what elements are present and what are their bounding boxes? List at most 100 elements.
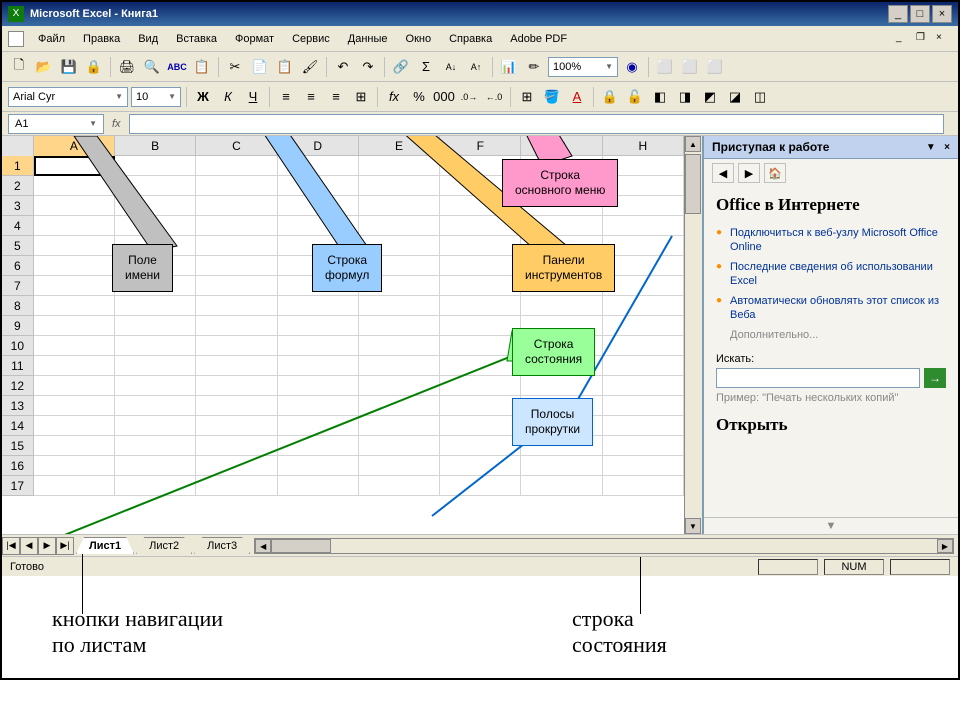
row-header-5[interactable]: 5 (2, 236, 34, 256)
select-all-corner[interactable] (2, 136, 34, 156)
cell-C2[interactable] (196, 176, 277, 196)
borders-button[interactable]: ⊞ (516, 86, 538, 108)
col-header-a[interactable]: A (34, 136, 115, 156)
cell-F11[interactable] (440, 356, 521, 376)
menu-data[interactable]: Данные (340, 31, 396, 47)
row-header-16[interactable]: 16 (2, 456, 34, 476)
cell-A17[interactable] (34, 476, 115, 496)
italic-button[interactable]: К (217, 86, 239, 108)
cell-C16[interactable] (196, 456, 277, 476)
cell-A14[interactable] (34, 416, 115, 436)
cell-E15[interactable] (359, 436, 440, 456)
maximize-button[interactable]: □ (910, 5, 930, 23)
cell-D3[interactable] (278, 196, 359, 216)
paste-button[interactable]: 📋 (274, 56, 296, 78)
cell-H11[interactable] (603, 356, 684, 376)
scroll-up-button[interactable]: ▲ (685, 136, 701, 152)
cell-B3[interactable] (115, 196, 196, 216)
cell-C17[interactable] (196, 476, 277, 496)
sheet-tab-3[interactable]: Лист3 (194, 537, 250, 554)
cell-H12[interactable] (603, 376, 684, 396)
doc-icon[interactable] (8, 31, 24, 47)
cell-B9[interactable] (115, 316, 196, 336)
horizontal-scrollbar[interactable]: ◀ ▶ (254, 538, 954, 554)
save-button[interactable]: 💾 (58, 56, 80, 78)
tab-nav-prev-button[interactable]: ◀ (20, 537, 38, 555)
sort-desc-button[interactable]: A↑ (465, 56, 487, 78)
font-color-button[interactable]: A (566, 86, 588, 108)
security2-button[interactable]: 🔓 (624, 86, 646, 108)
format-painter-button[interactable]: 🖌 (299, 56, 321, 78)
doc-close-button[interactable]: × (936, 32, 952, 46)
cell-B1[interactable] (115, 156, 196, 176)
cell-D14[interactable] (278, 416, 359, 436)
cell-C6[interactable] (196, 256, 277, 276)
search-input[interactable] (716, 368, 920, 388)
menu-format[interactable]: Формат (227, 31, 282, 47)
cell-C7[interactable] (196, 276, 277, 296)
autosum-button[interactable]: Σ (415, 56, 437, 78)
decrease-decimal-button[interactable]: ←.0 (483, 86, 505, 108)
vscroll-thumb[interactable] (685, 154, 701, 214)
cell-A3[interactable] (34, 196, 115, 216)
cell-H14[interactable] (603, 416, 684, 436)
cell-E1[interactable] (359, 156, 440, 176)
cell-E9[interactable] (359, 316, 440, 336)
hscroll-thumb[interactable] (271, 539, 331, 553)
search-go-button[interactable]: → (924, 368, 946, 388)
cell-F6[interactable] (440, 256, 521, 276)
cell-E14[interactable] (359, 416, 440, 436)
tp-link-1[interactable]: Подключиться к веб-узлу Microsoft Office… (716, 223, 946, 257)
taskpane-back-button[interactable]: ◀ (712, 163, 734, 183)
col-header-h[interactable]: H (603, 136, 684, 156)
cell-C15[interactable] (196, 436, 277, 456)
row-header-7[interactable]: 7 (2, 276, 34, 296)
cell-H8[interactable] (603, 296, 684, 316)
col-header-g[interactable]: G (521, 136, 602, 156)
new-button[interactable]: 🗋 (8, 56, 30, 78)
hyperlink-button[interactable]: 🔗 (390, 56, 412, 78)
scroll-down-button[interactable]: ▼ (685, 518, 701, 534)
align-left-button[interactable]: ≡ (275, 86, 297, 108)
cell-A6[interactable] (34, 256, 115, 276)
help-button[interactable]: ◉ (621, 56, 643, 78)
cell-A13[interactable] (34, 396, 115, 416)
cell-E3[interactable] (359, 196, 440, 216)
col-header-c[interactable]: C (196, 136, 277, 156)
menu-window[interactable]: Окно (398, 31, 440, 47)
cell-A11[interactable] (34, 356, 115, 376)
col-header-b[interactable]: B (115, 136, 196, 156)
fx-label[interactable]: fx (112, 118, 121, 130)
cell-E16[interactable] (359, 456, 440, 476)
cell-D16[interactable] (278, 456, 359, 476)
undo-button[interactable]: ↶ (332, 56, 354, 78)
pdf-button[interactable]: ⬜ (654, 56, 676, 78)
cell-E8[interactable] (359, 296, 440, 316)
cell-C1[interactable] (196, 156, 277, 176)
spellcheck-button[interactable]: ABC (166, 56, 188, 78)
tab-nav-first-button[interactable]: |◀ (2, 537, 20, 555)
cell-C13[interactable] (196, 396, 277, 416)
cell-F12[interactable] (440, 376, 521, 396)
cell-B10[interactable] (115, 336, 196, 356)
doc-restore-button[interactable]: ❐ (916, 32, 932, 46)
redo-button[interactable]: ↷ (357, 56, 379, 78)
col-header-e[interactable]: E (359, 136, 440, 156)
worksheet[interactable]: A B C D E F G H 123456789101112131415161… (2, 136, 684, 534)
percent-button[interactable]: % (408, 86, 430, 108)
cell-B16[interactable] (115, 456, 196, 476)
copy-button[interactable]: 📄 (249, 56, 271, 78)
research-button[interactable]: 📋 (191, 56, 213, 78)
cell-A8[interactable] (34, 296, 115, 316)
cell-B11[interactable] (115, 356, 196, 376)
cell-A2[interactable] (34, 176, 115, 196)
cell-H15[interactable] (603, 436, 684, 456)
cell-F8[interactable] (440, 296, 521, 316)
fx-button[interactable]: fx (383, 86, 405, 108)
vertical-scrollbar[interactable]: ▲ ▼ (684, 136, 702, 534)
col-header-f[interactable]: F (440, 136, 521, 156)
comma-button[interactable]: 000 (433, 86, 455, 108)
tool1-button[interactable]: ◧ (649, 86, 671, 108)
increase-decimal-button[interactable]: .0→ (458, 86, 480, 108)
cell-B13[interactable] (115, 396, 196, 416)
